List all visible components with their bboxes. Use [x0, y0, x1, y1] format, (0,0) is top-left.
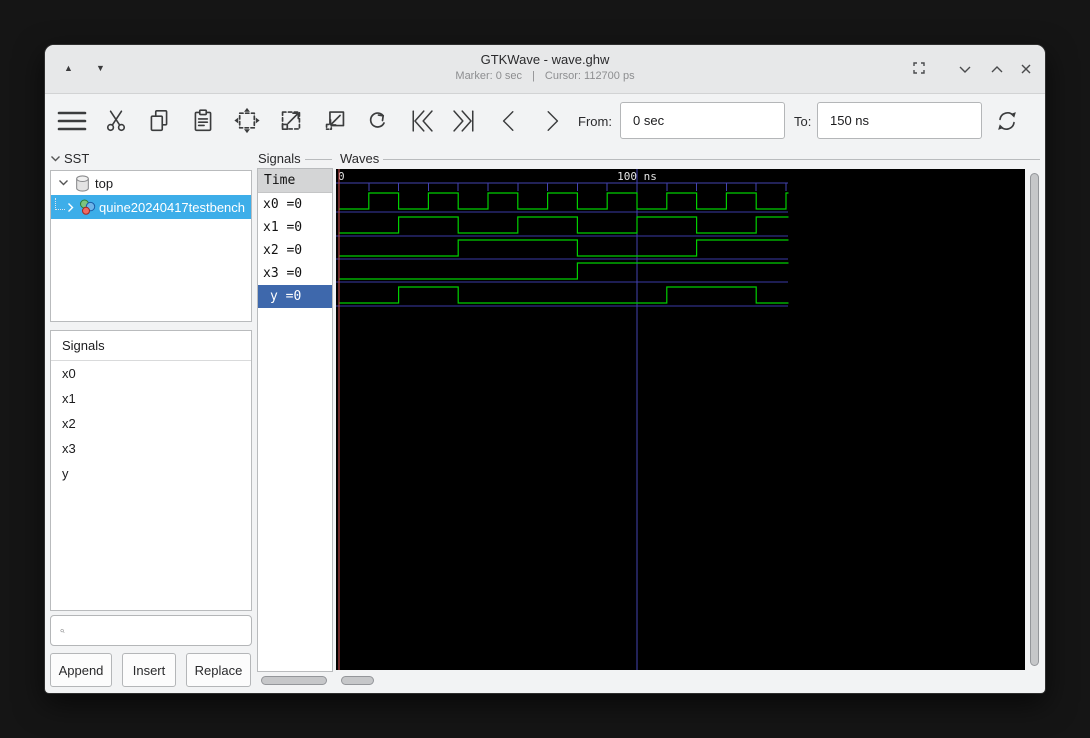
cut-icon	[106, 110, 126, 132]
wave-trace-x0	[339, 192, 789, 210]
wave-canvas[interactable]: 0 100 ns	[336, 169, 1025, 670]
skip-to-start-icon	[412, 110, 433, 132]
gtkwave-window: ▲ ▼ GTKWave - wave.ghw Marker: 0 sec | Cur…	[45, 45, 1045, 693]
chevron-left-icon	[502, 111, 514, 131]
marker-status: Marker: 0 sec	[455, 70, 523, 82]
to-input[interactable]	[817, 102, 982, 139]
waves-header: Waves	[340, 151, 1040, 166]
signal-list-hscrollbar[interactable]	[261, 676, 327, 685]
chevron-down-icon	[959, 66, 971, 73]
skip-to-end-button[interactable]	[449, 107, 479, 135]
insert-button[interactable]: Insert	[122, 653, 176, 687]
expander-down-icon[interactable]	[58, 179, 69, 187]
from-label: From:	[578, 114, 612, 129]
reload-icon	[998, 112, 1016, 130]
signal-row-x3[interactable]: x3 =0	[258, 262, 332, 285]
search-input[interactable]	[71, 615, 251, 646]
signals-panel: Signals x0 x1 x2 x3 y	[50, 330, 252, 611]
wave-hscrollbar[interactable]	[341, 676, 374, 685]
expander-down-icon[interactable]	[50, 155, 61, 163]
component-icon	[80, 199, 96, 215]
signal-item-y[interactable]: y	[51, 461, 251, 486]
menu-icon	[57, 111, 87, 131]
close-icon	[1021, 64, 1031, 74]
copy-button[interactable]	[146, 107, 172, 134]
zoom-in-icon	[281, 111, 301, 131]
chevron-right-icon	[547, 111, 559, 131]
to-label: To:	[794, 114, 812, 129]
zoom-fit-button[interactable]	[232, 107, 262, 134]
skip-to-start-button[interactable]	[407, 107, 437, 135]
signal-search[interactable]	[50, 615, 252, 646]
titlebar[interactable]: ▲ ▼ GTKWave - wave.ghw Marker: 0 sec | Cur…	[45, 45, 1045, 94]
status-separator: |	[532, 70, 535, 82]
wave-trace-x1	[339, 216, 789, 234]
from-input[interactable]	[620, 102, 785, 139]
statusline: Marker: 0 sec | Cursor: 112700 ps	[45, 70, 1045, 82]
keep-above-button[interactable]	[910, 59, 928, 77]
expander-right-icon[interactable]	[67, 202, 75, 213]
signal-row-y-selected[interactable]: y =0	[258, 285, 332, 308]
signal-row-x1[interactable]: x1 =0	[258, 216, 332, 239]
signal-list-label: Signals	[258, 151, 301, 166]
sst-header[interactable]: SST	[50, 151, 110, 166]
cylinder-icon	[76, 174, 89, 192]
copy-icon	[150, 109, 168, 132]
wave-trace-x2	[339, 239, 789, 257]
zoom-fit-icon	[234, 107, 260, 134]
sst-tree[interactable]: top quine20240417testbench	[50, 170, 252, 322]
paste-button[interactable]	[190, 107, 216, 134]
signal-item-x0[interactable]: x0	[51, 361, 251, 386]
prev-edge-button[interactable]	[496, 107, 522, 135]
signal-name-list[interactable]: Time x0 =0 x1 =0 x2 =0 x3 =0 y =0	[257, 168, 333, 672]
cut-button[interactable]	[103, 107, 129, 134]
signal-item-x1[interactable]: x1	[51, 386, 251, 411]
tree-item-label: quine20240417testbench	[99, 199, 246, 215]
zoom-out-button[interactable]	[320, 107, 350, 134]
replace-button[interactable]: Replace	[186, 653, 251, 687]
maximize-button[interactable]	[989, 64, 1005, 76]
cursor-status: Cursor: 112700 ps	[544, 70, 635, 82]
zoom-in-button[interactable]	[276, 107, 306, 134]
signal-item-x3[interactable]: x3	[51, 436, 251, 461]
signals-panel-title: Signals	[51, 331, 251, 361]
search-icon	[60, 628, 65, 633]
keep-above-icon	[913, 62, 925, 74]
window-title: GTKWave - wave.ghw	[480, 52, 610, 67]
undo-button[interactable]	[363, 107, 391, 134]
tree-item-top[interactable]: top	[51, 171, 251, 195]
menu-button[interactable]	[57, 109, 87, 133]
tree-item-quine-selected[interactable]: quine20240417testbench	[51, 195, 251, 219]
tree-item-label: top	[95, 175, 114, 191]
reload-button[interactable]	[992, 107, 1022, 135]
time-header[interactable]: Time	[258, 169, 332, 193]
undo-icon	[369, 112, 385, 128]
signal-row-x2[interactable]: x2 =0	[258, 239, 332, 262]
waves-label: Waves	[340, 151, 380, 166]
signal-item-x2[interactable]: x2	[51, 411, 251, 436]
wave-trace-y	[339, 286, 789, 304]
tree-connector	[55, 198, 65, 210]
append-button[interactable]: Append	[50, 653, 112, 687]
chevron-up-icon	[991, 66, 1003, 73]
wave-trace-x3	[339, 262, 789, 280]
sst-label: SST	[64, 151, 90, 166]
minimize-button[interactable]	[957, 64, 973, 76]
skip-to-end-icon	[453, 110, 474, 132]
zoom-out-icon	[325, 111, 345, 131]
close-button[interactable]	[1019, 62, 1033, 76]
signal-list-header: Signals	[258, 151, 332, 166]
paste-icon	[194, 109, 212, 132]
next-edge-button[interactable]	[539, 107, 565, 135]
waveform-plot: 0 100 ns	[336, 169, 789, 670]
wave-vscrollbar[interactable]	[1030, 173, 1039, 666]
signal-row-x0[interactable]: x0 =0	[258, 193, 332, 216]
